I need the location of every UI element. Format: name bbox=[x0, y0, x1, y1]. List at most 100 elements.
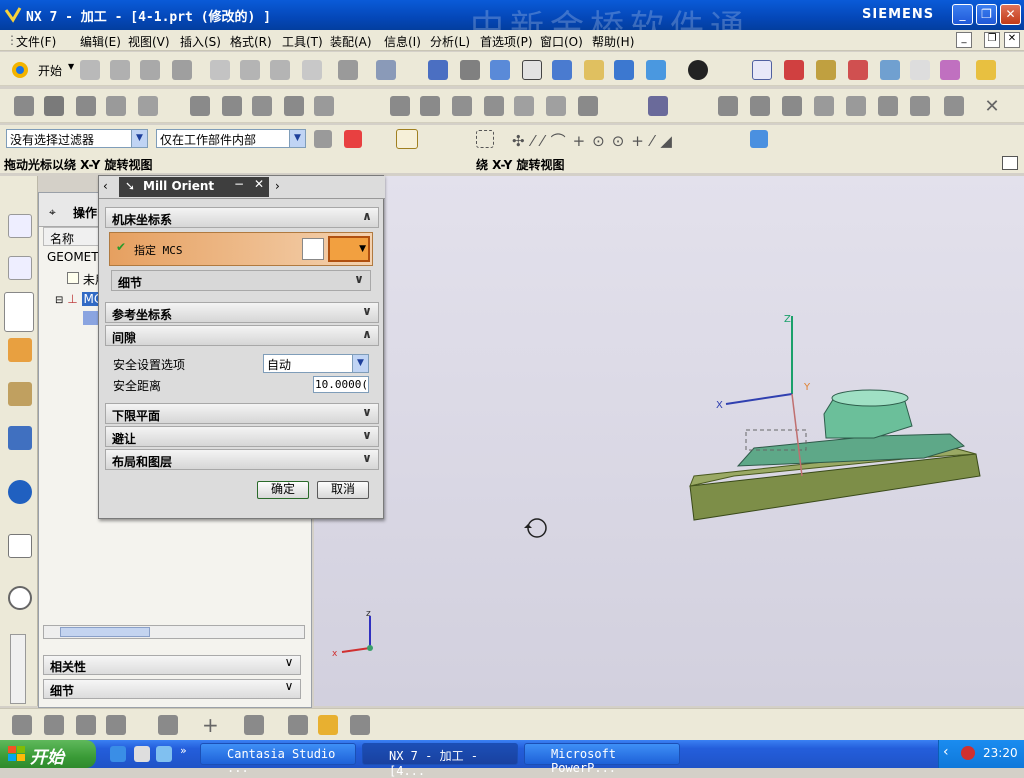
toolpath4-icon[interactable] bbox=[106, 715, 126, 735]
section-detail[interactable]: 细节 ∨ bbox=[111, 270, 371, 291]
reuse-library-icon[interactable] bbox=[8, 382, 32, 406]
snap-options-icon[interactable]: ✣⁄⁄⌒+⊙⊙+⁄◢ bbox=[512, 130, 679, 151]
menu-file[interactable]: 文件(F) bbox=[16, 33, 56, 50]
doc-restore-button[interactable]: ❐ bbox=[984, 32, 1000, 48]
ie-icon[interactable] bbox=[110, 746, 126, 762]
create-method-icon[interactable] bbox=[106, 96, 126, 116]
start-menu-button[interactable]: 开始 bbox=[38, 62, 62, 79]
wcs-rotate-icon[interactable] bbox=[816, 60, 836, 80]
tray-expand-icon[interactable]: ‹ bbox=[943, 744, 949, 760]
chevron-left-icon[interactable]: ‹ bbox=[103, 179, 108, 193]
web-browser-icon[interactable] bbox=[8, 480, 32, 504]
menu-tools[interactable]: 工具(T) bbox=[282, 33, 323, 50]
close-button[interactable]: ✕ bbox=[1000, 4, 1021, 25]
machine-navigator-icon[interactable] bbox=[8, 338, 32, 362]
toolpath-icon[interactable] bbox=[12, 715, 32, 735]
resource-scrollbar[interactable] bbox=[10, 634, 26, 704]
csys-dialog-icon[interactable] bbox=[302, 238, 324, 260]
open-icon[interactable] bbox=[110, 60, 130, 80]
details-section[interactable]: 细节 bbox=[43, 679, 301, 699]
related-section[interactable]: 相关性 bbox=[43, 655, 301, 675]
fit-icon[interactable] bbox=[428, 60, 448, 80]
task-powerpoint[interactable]: Microsoft PowerP... bbox=[524, 743, 680, 775]
menu-edit[interactable]: 编辑(E) bbox=[80, 33, 121, 50]
paste-object-icon[interactable] bbox=[546, 96, 566, 116]
section-layout-layer[interactable]: 布局和图层 ∨ bbox=[105, 449, 379, 470]
select-face-icon[interactable] bbox=[396, 129, 418, 149]
chevron-right-icon[interactable]: » bbox=[180, 744, 187, 757]
collapse-icon[interactable]: ⊟ bbox=[55, 295, 63, 306]
render-style-icon[interactable] bbox=[614, 60, 634, 80]
menu-info[interactable]: 信息(I) bbox=[384, 33, 421, 50]
display-path-icon[interactable] bbox=[578, 96, 598, 116]
command-finder-icon[interactable] bbox=[376, 60, 396, 80]
output-cls-icon[interactable] bbox=[420, 96, 440, 116]
filter-settings-icon[interactable] bbox=[314, 130, 332, 148]
save-icon[interactable] bbox=[140, 60, 160, 80]
menu-analysis[interactable]: 分析(L) bbox=[430, 33, 470, 50]
program-view-icon[interactable] bbox=[718, 96, 738, 116]
wcs-origin-icon[interactable] bbox=[784, 60, 804, 80]
close-dialog-button[interactable]: ✕ bbox=[249, 177, 269, 197]
cut-object-icon[interactable] bbox=[484, 96, 504, 116]
edit-object-icon[interactable] bbox=[452, 96, 472, 116]
part-icon[interactable] bbox=[318, 715, 338, 735]
close-icon[interactable]: ✕ bbox=[982, 96, 1002, 117]
wcs-orient-icon[interactable] bbox=[848, 60, 868, 80]
create-geometry-icon[interactable] bbox=[76, 96, 96, 116]
chevron-down-icon[interactable]: ▼ bbox=[68, 62, 74, 71]
snap-icon[interactable] bbox=[940, 60, 960, 80]
new-icon[interactable] bbox=[80, 60, 100, 80]
create-operation-icon[interactable] bbox=[138, 96, 158, 116]
wcs-dynamic-icon[interactable] bbox=[880, 60, 900, 80]
menu-window[interactable]: 窗口(O) bbox=[540, 33, 583, 50]
pin-icon[interactable]: ➘ bbox=[125, 179, 135, 193]
shop-doc-icon[interactable] bbox=[390, 96, 410, 116]
restore-button[interactable]: ❐ bbox=[976, 4, 997, 25]
graphics-window[interactable]: Z X Y z x bbox=[314, 176, 1024, 706]
menu-help[interactable]: 帮助(H) bbox=[592, 33, 634, 50]
undo-icon[interactable] bbox=[338, 60, 358, 80]
csys-select-icon[interactable]: ▼ bbox=[328, 236, 370, 262]
box-icon[interactable] bbox=[944, 96, 964, 116]
selection-filter-select[interactable]: 没有选择过滤器 ▼ bbox=[6, 129, 148, 148]
safe-option-select[interactable]: 自动 ▼ bbox=[263, 354, 369, 373]
section-mcs[interactable]: 机床坐标系 ∧ bbox=[105, 207, 379, 228]
chevron-right-icon[interactable]: › bbox=[275, 179, 280, 193]
copy-object-icon[interactable] bbox=[514, 96, 534, 116]
doc-close-button[interactable]: ✕ bbox=[1004, 32, 1020, 48]
history-icon[interactable] bbox=[8, 534, 32, 558]
shaded-icon[interactable] bbox=[688, 60, 708, 80]
section-reference-csys[interactable]: 参考坐标系 ∨ bbox=[105, 302, 379, 323]
shop-doc2-icon[interactable] bbox=[648, 96, 668, 116]
select-icon[interactable] bbox=[910, 60, 930, 80]
measure-icon[interactable] bbox=[976, 60, 996, 80]
verify-path-icon[interactable] bbox=[284, 96, 304, 116]
ok-button[interactable]: 确定 bbox=[257, 481, 309, 499]
part-navigator-icon[interactable] bbox=[750, 130, 768, 148]
rect-select-icon[interactable] bbox=[476, 130, 494, 148]
create-program-icon[interactable] bbox=[14, 96, 34, 116]
collapse-dialog-button[interactable]: − bbox=[229, 177, 249, 197]
zoom-window-icon[interactable] bbox=[460, 60, 480, 80]
point-icon[interactable]: + bbox=[202, 713, 219, 737]
menu-assembly[interactable]: 装配(A) bbox=[330, 33, 372, 50]
menu-preferences[interactable]: 首选项(P) bbox=[480, 33, 533, 50]
section-clearance[interactable]: 间隙 ∧ bbox=[105, 325, 379, 346]
generate-path-icon[interactable] bbox=[190, 96, 210, 116]
specify-mcs-row[interactable]: ✔ 指定 MCS ▼ bbox=[109, 232, 373, 266]
cancel-button[interactable]: 取消 bbox=[317, 481, 369, 499]
snap-point-icon[interactable] bbox=[344, 130, 362, 148]
pan-icon[interactable] bbox=[584, 60, 604, 80]
sphere-icon[interactable] bbox=[846, 96, 866, 116]
orient-view-icon[interactable] bbox=[646, 60, 666, 80]
operation-navigator-icon[interactable] bbox=[4, 292, 34, 332]
menu-insert[interactable]: 插入(S) bbox=[180, 33, 221, 50]
magnify-icon[interactable] bbox=[522, 60, 542, 80]
body-icon[interactable] bbox=[350, 715, 370, 735]
section-lower-limit[interactable]: 下限平面 ∨ bbox=[105, 403, 379, 424]
create-tool-icon[interactable] bbox=[44, 96, 64, 116]
toolpath3-icon[interactable] bbox=[76, 715, 96, 735]
datum-icon[interactable] bbox=[288, 715, 308, 735]
menu-format[interactable]: 格式(R) bbox=[230, 33, 272, 50]
